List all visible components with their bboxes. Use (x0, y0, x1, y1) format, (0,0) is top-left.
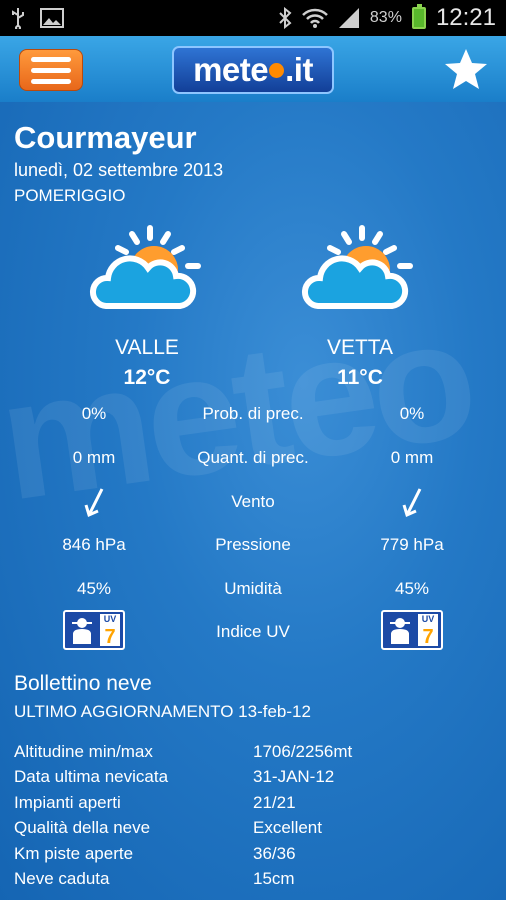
snow-row-label: Data ultima nevicata (14, 767, 169, 786)
snow-row-label: Km piste aperte (14, 844, 134, 863)
image-notification-icon (40, 8, 64, 28)
uv-row: UV 7 Indice UV UV 7 (0, 610, 506, 654)
precipitation-probability-row: 0% Prob. di prec. 0% (0, 404, 506, 434)
snow-row-label: Qualità della neve (14, 818, 151, 837)
snow-row-value: Excellent (253, 818, 322, 837)
vetta-prob: 0% (399, 404, 425, 423)
uv-index-icon: UV 7 (63, 610, 125, 650)
vetta-label: VETTA (326, 336, 394, 359)
partly-cloudy-icon (301, 225, 413, 309)
battery-icon (411, 4, 426, 29)
valle-label: VALLE (115, 336, 179, 359)
humidity-row: 45% Umidità 45% (0, 579, 506, 609)
menu-icon (31, 56, 71, 62)
favorite-star-icon[interactable] (443, 47, 489, 93)
app-bar: mete .it (0, 36, 506, 102)
status-bar: 83% 12:21 (0, 0, 506, 36)
forecast-content: meteo Courmayeur lunedì, 02 settembre 20… (0, 102, 506, 900)
uv-label: Indice UV (216, 622, 290, 641)
snow-report-title: Bollettino neve (14, 672, 152, 695)
snow-row-label: Neve caduta (14, 869, 110, 888)
wind-arrow-icon (84, 488, 104, 518)
valle-temperature: 12°C (123, 366, 171, 389)
partly-cloudy-icon (89, 225, 201, 309)
uv-index-icon: UV 7 (381, 610, 443, 650)
valle-prob: 0% (81, 404, 107, 423)
snow-row-value: 21/21 (253, 793, 296, 812)
wifi-icon (302, 8, 328, 28)
quant-label: Quant. di prec. (197, 448, 309, 467)
city-name: Courmayeur (14, 120, 197, 155)
usb-icon (12, 8, 24, 29)
precipitation-quantity-row: 0 mm Quant. di prec. 0 mm (0, 448, 506, 478)
vetta-temperature: 11°C (337, 366, 383, 389)
menu-button[interactable] (19, 49, 83, 91)
snow-row-value: 1706/2256mt (253, 742, 353, 761)
vetta-pressure: 779 hPa (380, 535, 444, 554)
snow-row-value: 15cm (253, 869, 295, 888)
vetta-humidity: 45% (394, 579, 430, 598)
forecast-date: lunedì, 02 settembre 2013 (14, 160, 224, 180)
snow-row-value: 31-JAN-12 (253, 767, 335, 786)
signal-icon (338, 8, 359, 28)
valle-uv-value: 7 (104, 626, 116, 648)
valle-quant: 0 mm (72, 448, 116, 467)
vetta-quant: 0 mm (390, 448, 434, 467)
humidity-label: Umidità (224, 579, 282, 598)
clock: 12:21 (435, 4, 496, 31)
bluetooth-icon (279, 7, 292, 29)
snow-row-label: Impianti aperti (14, 793, 121, 812)
forecast-period: POMERIGGIO (14, 186, 126, 205)
vetta-uv-value: 7 (422, 626, 434, 648)
pressure-label: Pressione (215, 535, 291, 554)
meteo-logo[interactable]: mete .it (172, 46, 334, 94)
wind-label: Vento (231, 492, 275, 511)
valle-humidity: 45% (76, 579, 112, 598)
snow-report-updated: ULTIMO AGGIORNAMENTO 13-feb-12 (14, 702, 311, 721)
wind-row: Vento (0, 487, 506, 523)
snow-row-label: Altitudine min/max (14, 742, 153, 761)
pressure-row: 846 hPa Pressione 779 hPa (0, 535, 506, 565)
battery-percent: 83% (369, 9, 402, 26)
prob-label: Prob. di prec. (202, 404, 304, 423)
snow-row-value: 36/36 (253, 844, 296, 863)
wind-arrow-icon (402, 488, 422, 518)
valle-pressure: 846 hPa (62, 535, 126, 554)
